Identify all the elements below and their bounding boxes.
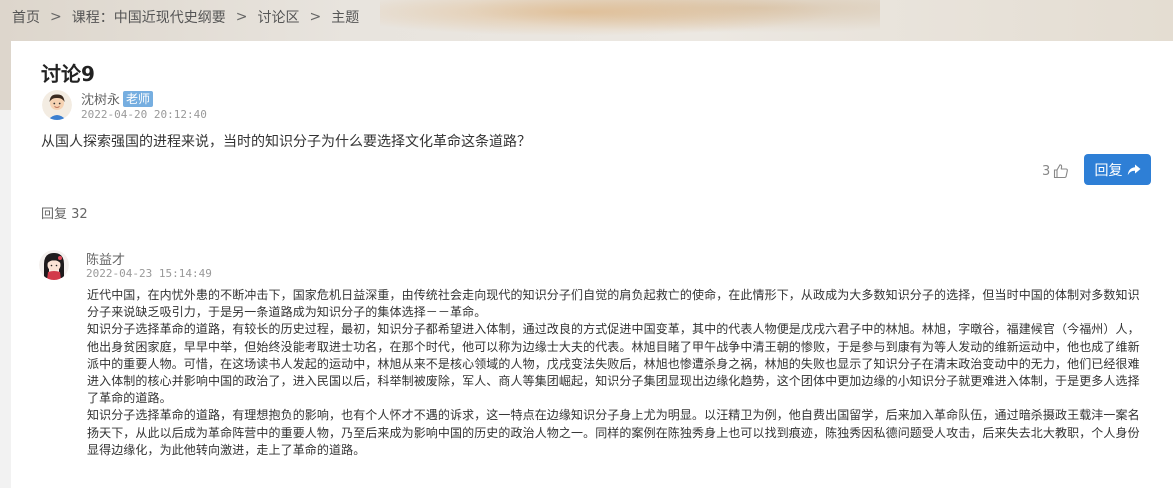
breadcrumb-topic: 主题 — [331, 10, 360, 26]
reply-button[interactable]: 回复 — [1084, 154, 1151, 185]
reply-arrow-icon — [1127, 164, 1140, 175]
student-avatar-icon — [39, 250, 69, 280]
topic-question: 从国人探索强国的进程来说，当时的知识分子为什么要选择文化革命这条道路？ — [41, 134, 531, 150]
topic-card: 讨论9 沈树永 老师 2022-04-20 20:12:40 从国人探索强国的进… — [11, 41, 1173, 488]
reply-author-name[interactable]: 陈益才 — [86, 249, 125, 268]
breadcrumb-discussion[interactable]: 讨论区 — [257, 7, 299, 27]
breadcrumb-separator: > — [309, 9, 322, 25]
reply-author-avatar[interactable] — [39, 250, 69, 280]
teacher-avatar-icon — [42, 90, 72, 120]
thumbs-up-icon[interactable] — [1053, 163, 1069, 179]
author-avatar[interactable] — [42, 90, 72, 120]
like-count: 3 — [1042, 163, 1051, 179]
breadcrumb-separator: > — [235, 9, 248, 25]
topic-timestamp: 2022-04-20 20:12:40 — [81, 108, 207, 121]
banner-decoration — [380, 0, 880, 40]
reply-paragraph: 知识分子选择革命的道路，有理想抱负的影响，也有个人怀才不遇的诉求，这一特点在边缘… — [87, 408, 1140, 457]
topic-title: 讨论9 — [41, 62, 95, 86]
reply-timestamp: 2022-04-23 15:14:49 — [86, 267, 212, 280]
breadcrumb-course[interactable]: 课程：中国近现代史纲要 — [72, 7, 226, 27]
reply-button-label: 回复 — [1094, 162, 1123, 179]
reply-count: 回复 32 — [41, 207, 88, 222]
breadcrumb-home[interactable]: 首页 — [12, 7, 40, 27]
teacher-badge: 老师 — [123, 90, 154, 107]
breadcrumb: 首页 > 课程：中国近现代史纲要 > 讨论区 > 主题 — [12, 7, 359, 27]
breadcrumb-separator: > — [50, 9, 62, 25]
reply-paragraph: 近代中国，在内忧外患的不断冲击下，国家危机日益深重，由传统社会走向现代的知识分子… — [87, 288, 1140, 320]
like-control[interactable]: 3 — [1042, 163, 1069, 179]
author-name[interactable]: 沈树永 — [81, 89, 120, 108]
reply-content: 近代中国，在内忧外患的不断冲击下，国家危机日益深重，由传统社会走向现代的知识分子… — [87, 287, 1149, 459]
reply-paragraph: 知识分子选择革命的道路，有较长的历史过程，最初，知识分子都希望进入体制，通过改良… — [87, 322, 1140, 406]
